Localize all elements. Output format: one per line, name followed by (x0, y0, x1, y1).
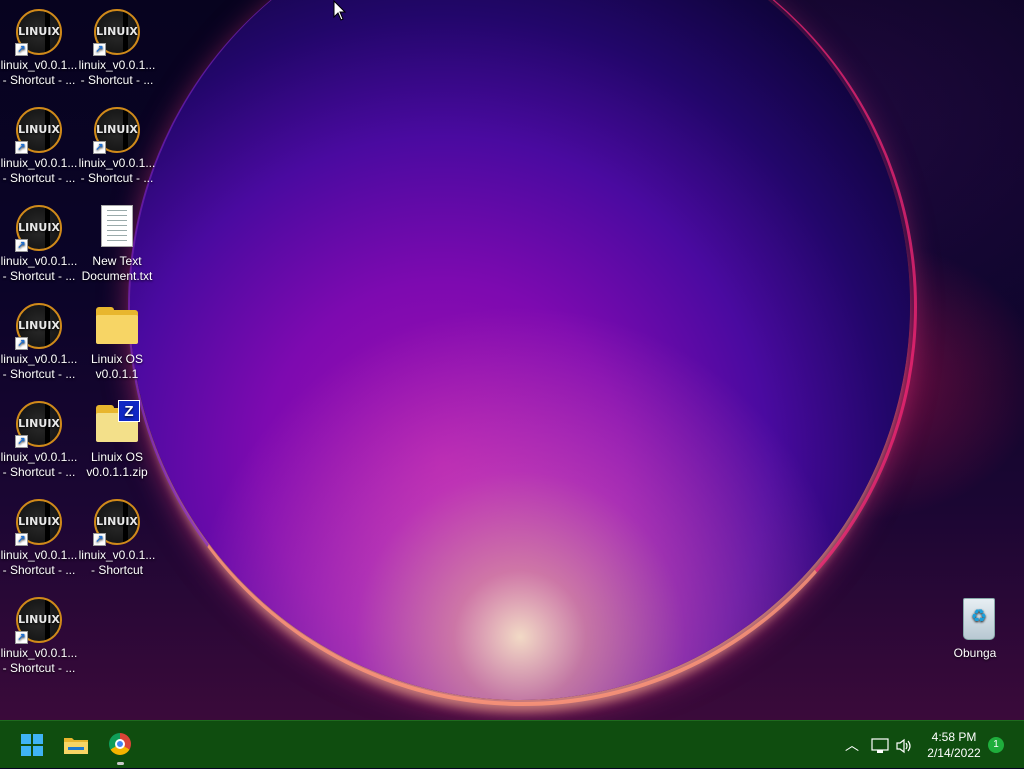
taskbar-file-explorer[interactable] (54, 721, 98, 769)
desktop-shortcut-linuix[interactable]: LINUIX ↗ linuix_v0.0.1... - Shortcut - .… (0, 204, 78, 284)
running-indicator (117, 762, 124, 765)
linuix-logo-icon: LINUIX ↗ (15, 204, 63, 252)
desktop-icon-label: linuix_v0.0.1... - Shortcut - ... (0, 646, 78, 675)
desktop-icon-label: Linuix OS v0.0.1.1 (90, 352, 144, 381)
desktop-icon-label: linuix_v0.0.1... - Shortcut - ... (0, 352, 78, 381)
start-button[interactable] (10, 721, 54, 769)
linuix-logo-icon: LINUIX ↗ (93, 8, 141, 56)
mouse-cursor-icon (333, 0, 347, 21)
linuix-logo-icon: LINUIX ↗ (15, 8, 63, 56)
shortcut-arrow-icon: ↗ (15, 435, 28, 448)
desktop-icon-label: linuix_v0.0.1... - Shortcut - ... (0, 450, 78, 479)
clock-date: 2/14/2022 (927, 746, 981, 760)
desktop-icon-label: New Text Document.txt (81, 254, 153, 283)
tray-network-button[interactable] (868, 721, 892, 769)
desktop-shortcut-linuix[interactable]: LINUIX ↗ linuix_v0.0.1... - Shortcut - .… (0, 596, 78, 676)
linuix-logo-icon: LINUIX ↗ (93, 106, 141, 154)
linuix-logo-icon: LINUIX ↗ (15, 596, 63, 644)
desktop-recycle-bin[interactable]: ♻ Obunga (936, 596, 1014, 661)
notification-badge[interactable]: 1 (988, 737, 1004, 753)
desktop-shortcut-linuix[interactable]: LINUIX ↗ linuix_v0.0.1... - Shortcut - .… (78, 8, 156, 88)
shortcut-arrow-icon: ↗ (15, 141, 28, 154)
desktop-shortcut-linuix[interactable]: LINUIX ↗ linuix_v0.0.1... - Shortcut (78, 498, 156, 578)
desktop-icon-label: linuix_v0.0.1... - Shortcut - ... (0, 58, 78, 87)
desktop-shortcut-linuix[interactable]: LINUIX ↗ linuix_v0.0.1... - Shortcut - .… (0, 400, 78, 480)
desktop-icon-label: Obunga (953, 646, 997, 660)
tray-clock[interactable]: 4:58 PM 2/14/2022 (922, 729, 986, 761)
wallpaper-orb-rim (128, 0, 917, 706)
shortcut-arrow-icon: ↗ (15, 533, 28, 546)
desktop-folder-linuix-os[interactable]: Linuix OS v0.0.1.1 (78, 302, 156, 382)
recycle-bin-icon: ♻ (951, 596, 999, 644)
desktop-shortcut-linuix[interactable]: LINUIX ↗ linuix_v0.0.1... - Shortcut - .… (0, 498, 78, 578)
desktop-icon-label: Linuix OS v0.0.1.1.zip (86, 450, 148, 479)
taskbar: ︿ 4:58 PM 2/14/2022 1 (0, 720, 1024, 768)
shortcut-arrow-icon: ↗ (93, 533, 106, 546)
shortcut-arrow-icon: ↗ (15, 631, 28, 644)
zip-archive-icon: Z (93, 400, 141, 448)
linuix-logo-icon: LINUIX ↗ (15, 106, 63, 154)
desktop-zip-linuix-os[interactable]: Z Linuix OS v0.0.1.1.zip (78, 400, 156, 480)
volume-icon (896, 739, 911, 754)
desktop-shortcut-linuix[interactable]: LINUIX ↗ linuix_v0.0.1... - Shortcut - .… (0, 302, 78, 382)
linuix-logo-icon: LINUIX ↗ (93, 498, 141, 546)
network-icon (871, 738, 889, 754)
folder-icon (64, 738, 88, 754)
shortcut-arrow-icon: ↗ (93, 141, 106, 154)
desktop-shortcut-linuix[interactable]: LINUIX ↗ linuix_v0.0.1... - Shortcut - .… (0, 106, 78, 186)
shortcut-arrow-icon: ↗ (15, 337, 28, 350)
shortcut-arrow-icon: ↗ (15, 43, 28, 56)
desktop-icon-label: linuix_v0.0.1... - Shortcut - ... (78, 58, 156, 87)
linuix-logo-icon: LINUIX ↗ (15, 302, 63, 350)
desktop-icon-label: linuix_v0.0.1... - Shortcut (78, 548, 156, 577)
shortcut-arrow-icon: ↗ (15, 239, 28, 252)
tray-volume-button[interactable] (892, 721, 916, 769)
desktop-icon-label: linuix_v0.0.1... - Shortcut - ... (0, 254, 78, 283)
clock-time: 4:58 PM (931, 730, 977, 744)
chrome-icon (109, 733, 131, 755)
windows-start-icon (21, 734, 43, 756)
text-file-icon (93, 204, 141, 252)
chevron-up-icon: ︿ (845, 737, 859, 753)
tray-overflow-button[interactable]: ︿ (840, 721, 864, 769)
desktop-icon-label: linuix_v0.0.1... - Shortcut - ... (78, 156, 156, 185)
desktop-icon-label: linuix_v0.0.1... - Shortcut - ... (0, 548, 78, 577)
desktop-shortcut-linuix[interactable]: LINUIX ↗ linuix_v0.0.1... - Shortcut - .… (0, 8, 78, 88)
desktop-shortcut-linuix[interactable]: LINUIX ↗ linuix_v0.0.1... - Shortcut - .… (78, 106, 156, 186)
shortcut-arrow-icon: ↗ (93, 43, 106, 56)
linuix-logo-icon: LINUIX ↗ (15, 400, 63, 448)
desktop-file-text-document[interactable]: New Text Document.txt (78, 204, 156, 284)
desktop-icon-label: linuix_v0.0.1... - Shortcut - ... (0, 156, 78, 185)
linuix-logo-icon: LINUIX ↗ (15, 498, 63, 546)
folder-icon (93, 302, 141, 350)
